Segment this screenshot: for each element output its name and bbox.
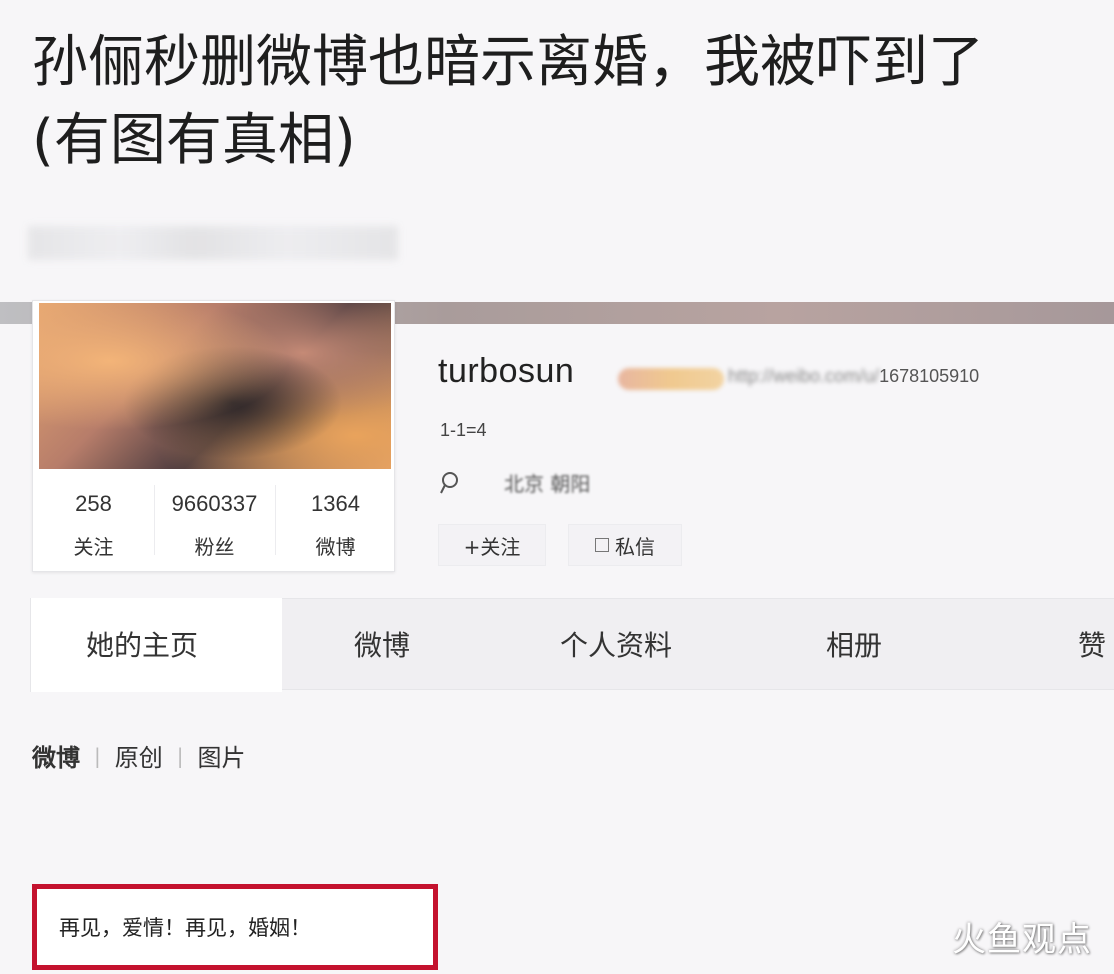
avatar[interactable] (39, 303, 391, 469)
stat-value: 9660337 (171, 491, 258, 516)
post-text: 再见，爱情！再见，婚姻！ (59, 916, 311, 940)
profile-url-prefix: http://weibo.com/u/ (728, 366, 880, 386)
profile-url[interactable]: http://weibo.com/u/1678105910 (728, 366, 979, 387)
stat-label: 关注 (73, 535, 114, 559)
tab-weibo[interactable]: 微博 (354, 624, 410, 664)
filter-all[interactable]: 微博 (32, 738, 80, 773)
message-icon (595, 538, 609, 552)
profile-location: 北京 朝阳 (504, 472, 591, 496)
filter-original[interactable]: 原创 (115, 738, 163, 773)
article-title: 孙俪秒删微博也暗示离婚，我被吓到了(有图有真相) (32, 30, 984, 173)
tab-album[interactable]: 相册 (826, 624, 882, 664)
profile-url-id: 1678105910 (879, 366, 980, 386)
stat-value: 1364 (311, 491, 360, 516)
feed-filters: 微博 | 原创 | 图片 (32, 738, 246, 773)
filter-divider: | (176, 743, 184, 768)
message-button[interactable]: 私信 (568, 524, 682, 566)
stat-followers[interactable]: 9660337 粉丝 (154, 479, 275, 569)
stat-value: 258 (75, 491, 112, 516)
filter-divider: | (94, 743, 101, 768)
blurred-meta (28, 226, 398, 260)
verified-badges (618, 368, 724, 390)
profile-username[interactable]: turbosun (438, 352, 574, 391)
profile-stats: 258 关注 9660337 粉丝 1364 微博 (33, 479, 396, 569)
stat-following[interactable]: 258 关注 (33, 479, 154, 569)
stat-posts[interactable]: 1364 微博 (275, 479, 396, 569)
message-button-label: 私信 (615, 534, 655, 559)
follow-button-label: +关注 (463, 534, 521, 559)
stat-label: 粉丝 (194, 535, 235, 559)
filter-images[interactable]: 图片 (198, 738, 246, 773)
watermark: 火鱼观点 (952, 920, 1092, 960)
stat-label: 微博 (315, 535, 356, 559)
profile-card: 258 关注 9660337 粉丝 1364 微博 (32, 300, 395, 572)
tab-home[interactable]: 她的主页 (86, 624, 198, 664)
profile-bio: 1-1=4 (440, 420, 487, 440)
highlighted-post: 再见，爱情！再见，婚姻！ (32, 884, 438, 970)
tab-profile-info[interactable]: 个人资料 (560, 624, 672, 664)
follow-button[interactable]: +关注 (438, 524, 546, 566)
location-pin-icon (440, 472, 458, 494)
tab-likes[interactable]: 赞 (1078, 624, 1114, 664)
